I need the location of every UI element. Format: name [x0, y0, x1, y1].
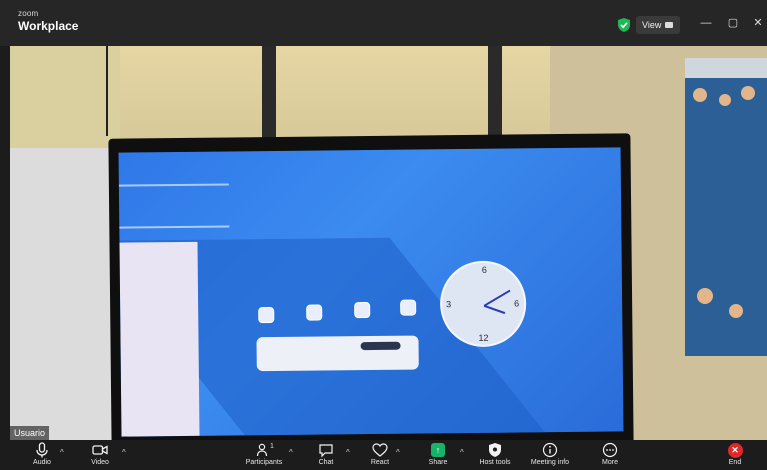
- info-icon: [542, 442, 558, 458]
- react-button[interactable]: React: [350, 442, 410, 470]
- microphone-icon: [36, 442, 48, 458]
- share-options-caret-icon[interactable]: ^: [460, 448, 464, 457]
- app-icon: [354, 302, 371, 319]
- mount-pole: [262, 46, 276, 148]
- clock-mark: 3: [446, 299, 452, 310]
- display-screen: 6 6 3 12: [118, 147, 624, 437]
- app-brand: zoom Workplace: [18, 9, 79, 33]
- clock-mark: 12: [478, 332, 489, 343]
- more-dots-icon: [602, 442, 618, 458]
- poster: [685, 58, 767, 356]
- gallery-grid-icon: [665, 22, 674, 28]
- end-label: End: [728, 459, 742, 466]
- close-button[interactable]: ✕: [751, 16, 765, 30]
- clock-hand: [483, 289, 511, 307]
- participants-button[interactable]: 1 Participants: [234, 442, 294, 470]
- poster-figure: [719, 94, 731, 106]
- audio-label: Audio: [33, 459, 51, 466]
- more-button[interactable]: More: [580, 442, 640, 470]
- video-label: Video: [91, 459, 109, 466]
- app-icon: [258, 307, 275, 324]
- clock-hand: [483, 304, 506, 315]
- participants-label: Participants: [245, 459, 283, 466]
- screen-panel: [119, 241, 200, 437]
- brand-name: Workplace: [18, 19, 79, 33]
- audio-options-caret-icon[interactable]: ^: [60, 448, 64, 457]
- react-options-caret-icon[interactable]: ^: [396, 448, 400, 457]
- share-button[interactable]: ↑ Share: [408, 442, 468, 470]
- poster-figure: [693, 88, 707, 102]
- screen-widget: [256, 335, 419, 372]
- participants-count: 1: [270, 443, 274, 450]
- poster-figure: [729, 304, 743, 318]
- host-tools-button[interactable]: Host tools: [465, 442, 525, 470]
- chat-bubble-icon: [319, 444, 333, 458]
- end-call-icon: ✕: [727, 442, 743, 458]
- share-label: Share: [428, 459, 448, 466]
- whiteboard: [10, 148, 122, 440]
- app-icon: [400, 299, 417, 316]
- meeting-info-button[interactable]: Meeting info: [520, 442, 580, 470]
- screen-strip: [119, 225, 230, 229]
- view-button[interactable]: View: [636, 16, 680, 34]
- widget-pill: [360, 341, 401, 351]
- shield-icon: [489, 443, 501, 457]
- clock-mark: 6: [481, 264, 487, 275]
- video-options-caret-icon[interactable]: ^: [122, 448, 126, 457]
- meeting-toolbar: Audio ^ Video ^ 1 Participants ^ Chat ^ …: [0, 440, 767, 470]
- more-label: More: [602, 459, 618, 466]
- clock-mark: 6: [514, 298, 520, 309]
- title-bar: zoom Workplace View — ▢ ✕: [0, 0, 767, 46]
- participant-name-tag: Usuario: [10, 426, 50, 440]
- mount-pole: [488, 46, 502, 148]
- poster-figure: [741, 86, 755, 100]
- view-label: View: [642, 20, 662, 30]
- chat-label: Chat: [318, 459, 334, 466]
- maximize-button[interactable]: ▢: [726, 16, 740, 30]
- heart-icon: [372, 443, 388, 457]
- display-frame: 6 6 3 12: [108, 133, 634, 440]
- host-tools-label: Host tools: [479, 459, 511, 466]
- participants-options-caret-icon[interactable]: ^: [289, 448, 293, 457]
- share-arrow-icon: ↑: [431, 443, 445, 457]
- brand-small-text: zoom: [18, 9, 39, 18]
- end-button[interactable]: ✕ End: [705, 442, 765, 470]
- poster-header: [685, 58, 767, 78]
- video-button[interactable]: Video: [70, 442, 130, 470]
- shield-check-icon[interactable]: [618, 18, 630, 32]
- video-feed[interactable]: 6 6 3 12: [10, 46, 767, 440]
- react-label: React: [370, 459, 390, 466]
- screen-strip: [118, 183, 229, 187]
- app-icon: [306, 304, 323, 321]
- meeting-info-label: Meeting info: [530, 459, 570, 466]
- cable: [106, 46, 110, 136]
- video-camera-icon: [92, 445, 108, 455]
- poster-figure: [697, 288, 713, 304]
- minimize-button[interactable]: —: [699, 16, 713, 30]
- clock-icon: 6 6 3 12: [439, 260, 527, 348]
